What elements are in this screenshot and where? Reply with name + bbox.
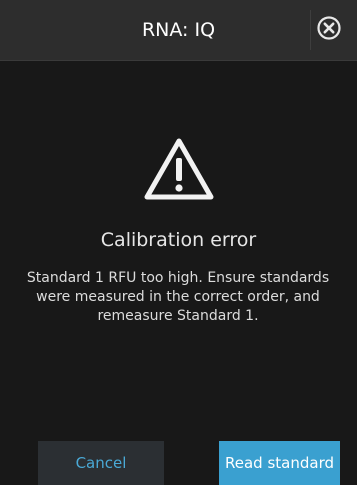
close-button[interactable] bbox=[314, 13, 344, 43]
header-divider bbox=[310, 10, 311, 50]
read-standard-button[interactable]: Read standard bbox=[219, 441, 340, 485]
header-bar: RNA: IQ bbox=[0, 0, 357, 61]
dialog-title: Calibration error bbox=[100, 229, 257, 251]
dialog-message: Standard 1 RFU too high. Ensure standard… bbox=[26, 270, 330, 324]
cancel-button[interactable]: Cancel bbox=[38, 441, 164, 485]
close-icon bbox=[314, 13, 344, 43]
warning-icon bbox=[143, 137, 215, 201]
page-title: RNA: IQ bbox=[141, 19, 216, 41]
dialog-screen: RNA: IQ Calibration error Standard 1 RFU… bbox=[0, 0, 357, 485]
